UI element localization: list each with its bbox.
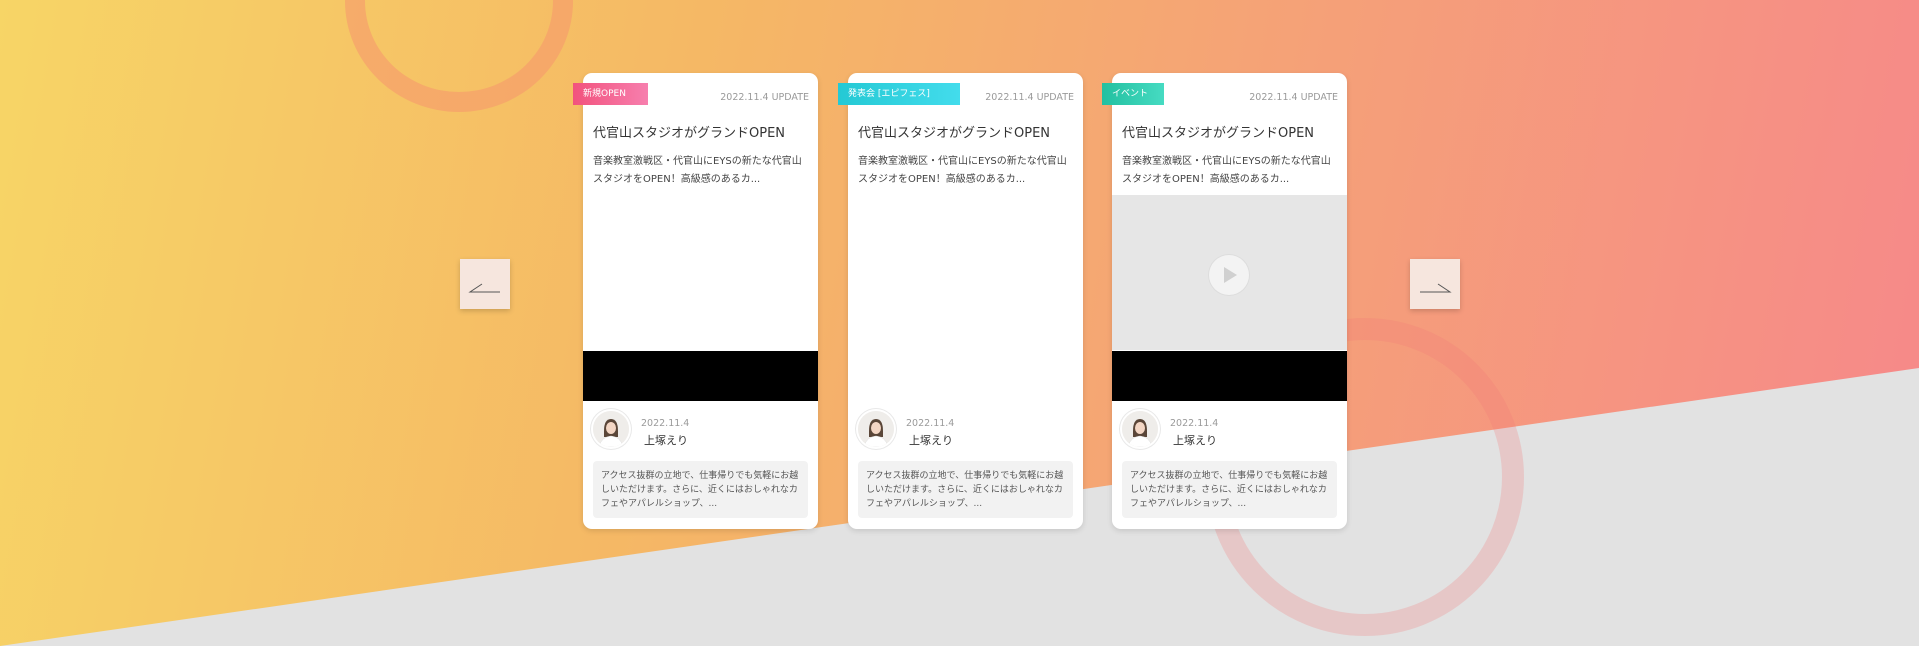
video-thumbnail[interactable] <box>1112 195 1347 350</box>
news-card[interactable]: 2022.11.4 UPDATE 代官山スタジオがグランドOPEN 音楽教室激戦… <box>838 73 1083 529</box>
category-tag: 発表会 [エピフェス] <box>838 83 960 105</box>
play-icon <box>1224 267 1237 283</box>
update-date: 2022.11.4 UPDATE <box>1249 92 1338 103</box>
media-bar <box>1112 351 1347 401</box>
card-body: 2022.11.4 UPDATE 代官山スタジオがグランドOPEN 音楽教室激戦… <box>848 73 1083 529</box>
card-title[interactable]: 代官山スタジオがグランドOPEN <box>858 122 1050 141</box>
news-card[interactable]: 2022.11.4 UPDATE 代官山スタジオがグランドOPEN 音楽教室激戦… <box>1102 73 1347 529</box>
play-button[interactable] <box>1209 255 1249 295</box>
comment-box: アクセス抜群の立地で、仕事帰りでも気軽にお越しいただけます。さらに、近くにはおし… <box>1122 461 1337 518</box>
author-date: 2022.11.4 <box>641 418 690 429</box>
avatar <box>593 411 629 447</box>
carousel-next-button[interactable] <box>1410 259 1460 309</box>
carousel-prev-button[interactable] <box>460 259 510 309</box>
decorative-ring-top <box>345 0 573 112</box>
arrow-left-icon <box>468 283 500 293</box>
author-name: 上塚えり <box>1173 434 1217 447</box>
news-card[interactable]: 2022.11.4 UPDATE 代官山スタジオがグランドOPEN 音楽教室激戦… <box>573 73 818 529</box>
card-body: 2022.11.4 UPDATE 代官山スタジオがグランドOPEN 音楽教室激戦… <box>1112 73 1347 529</box>
update-date: 2022.11.4 UPDATE <box>720 92 809 103</box>
card-body: 2022.11.4 UPDATE 代官山スタジオがグランドOPEN 音楽教室激戦… <box>583 73 818 529</box>
avatar <box>1122 411 1158 447</box>
avatar <box>858 411 894 447</box>
card-title[interactable]: 代官山スタジオがグランドOPEN <box>593 122 785 141</box>
author-date: 2022.11.4 <box>906 418 955 429</box>
update-date: 2022.11.4 UPDATE <box>985 92 1074 103</box>
category-tag: イベント <box>1102 83 1164 105</box>
comment-box: アクセス抜群の立地で、仕事帰りでも気軽にお越しいただけます。さらに、近くにはおし… <box>858 461 1073 518</box>
card-excerpt: 音楽教室激戦区・代官山にEYSの新たな代官山スタジオをOPEN！高級感のあるカ.… <box>858 156 1067 185</box>
card-excerpt: 音楽教室激戦区・代官山にEYSの新たな代官山スタジオをOPEN！高級感のあるカ.… <box>593 156 802 185</box>
author-date: 2022.11.4 <box>1170 418 1219 429</box>
author-name: 上塚えり <box>644 434 688 447</box>
media-bar <box>583 351 818 401</box>
card-title[interactable]: 代官山スタジオがグランドOPEN <box>1122 122 1314 141</box>
card-excerpt: 音楽教室激戦区・代官山にEYSの新たな代官山スタジオをOPEN！高級感のあるカ.… <box>1122 156 1331 185</box>
category-tag: 新規OPEN <box>573 83 648 105</box>
arrow-right-icon <box>1420 283 1452 293</box>
comment-box: アクセス抜群の立地で、仕事帰りでも気軽にお越しいただけます。さらに、近くにはおし… <box>593 461 808 518</box>
author-name: 上塚えり <box>909 434 953 447</box>
